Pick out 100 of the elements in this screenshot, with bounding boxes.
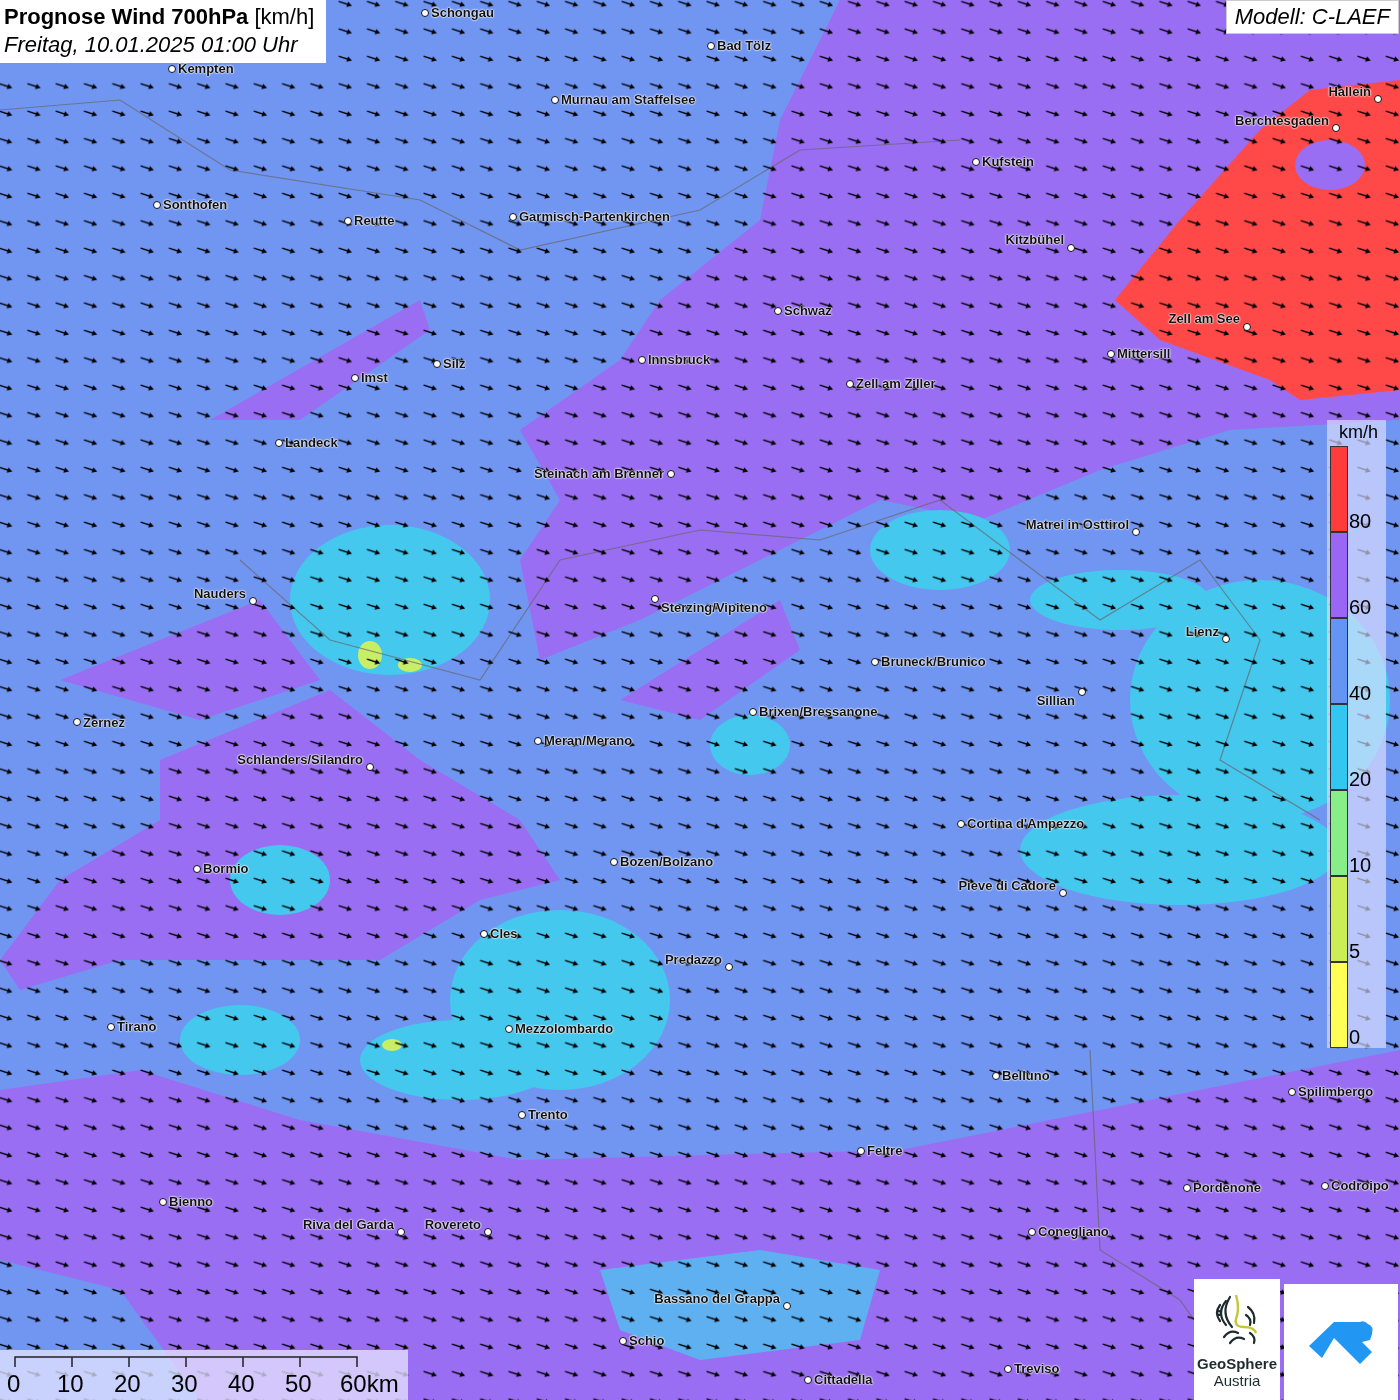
city-marker-icon	[480, 930, 488, 938]
map-title: Prognose Wind 700hPa [km/h]	[4, 3, 315, 31]
city-label: Mittersill	[1117, 346, 1171, 362]
city-label: Feltre	[867, 1143, 903, 1159]
scale-label: 40	[228, 1370, 255, 1398]
city-label: Lienz	[1185, 624, 1219, 640]
city-marker-icon	[344, 217, 352, 225]
city-marker-icon	[1028, 1228, 1036, 1236]
city-label: Cittadella	[814, 1372, 873, 1388]
city-marker-icon	[484, 1228, 492, 1236]
city-marker-icon	[534, 737, 542, 745]
city-marker-icon	[992, 1072, 1000, 1080]
city-marker-icon	[1183, 1184, 1191, 1192]
city-marker-icon	[73, 718, 81, 726]
city-marker-icon	[804, 1376, 812, 1384]
city-label: Bienno	[169, 1194, 214, 1210]
logo-name: Austria	[1213, 1372, 1261, 1389]
city-marker-icon	[610, 858, 618, 866]
city-label: Kufstein	[982, 154, 1034, 170]
city-label: Bruneck/Brunico	[881, 654, 986, 670]
city-marker-icon	[275, 439, 283, 447]
city-label: Kempten	[178, 61, 234, 77]
city-label: Cles	[490, 926, 518, 942]
city-label: Hallein	[1328, 84, 1371, 100]
legend-value: 5	[1349, 941, 1361, 961]
city-marker-icon	[638, 356, 646, 364]
city-label: Treviso	[1014, 1361, 1060, 1377]
scale-label: 20	[114, 1370, 141, 1398]
city-label: Sillian	[1036, 693, 1075, 709]
city-label: Sterzing/Vipiteno	[661, 600, 767, 616]
city-marker-icon	[972, 158, 980, 166]
legend-value: 60	[1349, 597, 1372, 617]
city-marker-icon	[107, 1023, 115, 1031]
city-marker-icon	[159, 1198, 167, 1206]
city-marker-icon	[749, 708, 757, 716]
city-label: Bormio	[203, 861, 249, 877]
city-label: Conegliano	[1038, 1224, 1109, 1240]
city-label: Predazzo	[664, 952, 722, 968]
legend-value: 0	[1349, 1027, 1361, 1047]
city-label: Codroipo	[1331, 1178, 1389, 1194]
city-marker-icon	[725, 963, 733, 971]
city-marker-icon	[1332, 124, 1340, 132]
city-marker-icon	[249, 597, 257, 605]
city-label: Silz	[443, 356, 466, 372]
city-marker-icon	[351, 374, 359, 382]
city-label: Zell am Ziller	[856, 376, 936, 392]
city-label: Riva del Garda	[302, 1217, 394, 1233]
city-marker-icon	[957, 820, 965, 828]
city-label: Spilimbergo	[1298, 1084, 1374, 1100]
city-marker-icon	[667, 470, 675, 478]
cloud-arrow-logo-icon	[1308, 1318, 1374, 1366]
city-label: Belluno	[1002, 1068, 1050, 1084]
city-label: Kitzbühel	[1005, 232, 1064, 248]
city-marker-icon	[518, 1111, 526, 1119]
legend-value: 40	[1349, 683, 1372, 703]
logo-name: GeoSphere	[1197, 1355, 1277, 1372]
city-marker-icon	[857, 1147, 865, 1155]
city-label: Sonthofen	[163, 197, 228, 213]
city-marker-icon	[421, 9, 429, 17]
city-label: Zell am See	[1168, 311, 1240, 327]
city-label: Steinach am Brenner	[533, 466, 664, 482]
city-label: Bozen/Bolzano	[620, 854, 714, 870]
city-marker-icon	[1078, 688, 1086, 696]
city-marker-icon	[193, 865, 201, 873]
city-marker-icon	[1243, 323, 1251, 331]
scale-label: 0	[7, 1370, 21, 1398]
city-label: Matrei in Osttirol	[1025, 517, 1129, 533]
city-marker-icon	[366, 763, 374, 771]
city-marker-icon	[1107, 350, 1115, 358]
city-label: Innsbruck	[648, 352, 711, 368]
city-label: Cortina d'Ampezzo	[967, 816, 1085, 832]
city-marker-icon	[783, 1302, 791, 1310]
legend-value: 20	[1349, 769, 1372, 789]
city-marker-icon	[509, 213, 517, 221]
city-marker-icon	[1004, 1365, 1012, 1373]
city-label: Zernez	[83, 715, 125, 731]
city-label: Landeck	[285, 435, 338, 451]
city-marker-icon	[774, 307, 782, 315]
city-marker-icon	[397, 1228, 405, 1236]
city-label: Mezzolombardo	[515, 1021, 614, 1037]
scale-label: 10	[57, 1370, 84, 1398]
city-marker-icon	[433, 360, 441, 368]
city-marker-icon	[707, 42, 715, 50]
city-label: Schio	[629, 1333, 665, 1349]
city-label: Schongau	[431, 5, 494, 21]
city-marker-icon	[1321, 1182, 1329, 1190]
city-label: Murnau am Staffelsee	[561, 92, 696, 108]
city-label: Imst	[361, 370, 388, 386]
city-label: Garmisch-Partenkirchen	[519, 209, 670, 225]
city-label: Brixen/Bressanone	[759, 704, 878, 720]
scale-label: 30	[171, 1370, 198, 1398]
city-marker-icon	[1059, 889, 1067, 897]
city-label: Schlanders/Silandro	[237, 752, 363, 768]
city-marker-icon	[1067, 244, 1075, 252]
city-label: Trento	[528, 1107, 568, 1123]
legend-unit: km/h	[1338, 421, 1379, 444]
city-label: Bassano del Grappa	[654, 1291, 780, 1307]
forecast-time: Freitag, 10.01.2025 01:00 Uhr	[4, 31, 300, 59]
city-marker-icon	[1132, 528, 1140, 536]
legend-value: 80	[1349, 511, 1372, 531]
